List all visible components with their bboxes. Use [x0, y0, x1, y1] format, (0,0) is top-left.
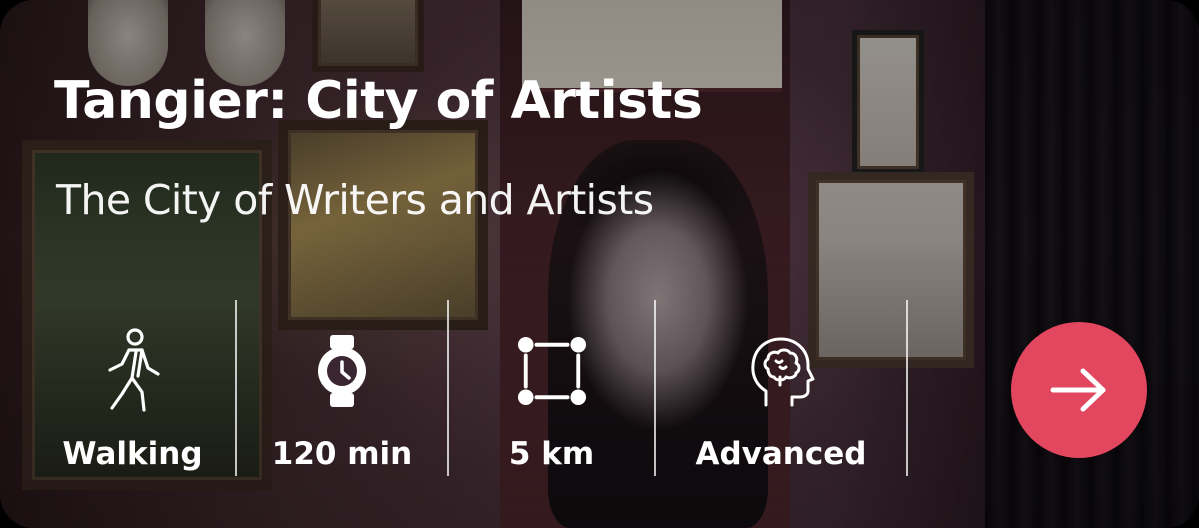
stat-mode-label: Walking	[62, 436, 203, 472]
stat-difficulty: Advanced	[656, 300, 906, 478]
stat-distance-label: 5 km	[508, 436, 595, 472]
stat-duration: 120 min	[237, 300, 447, 478]
watch-icon	[307, 330, 377, 412]
tour-title: Tangier: City of Artists	[54, 71, 703, 131]
stat-divider	[906, 300, 908, 476]
stat-distance: 5 km	[449, 300, 654, 478]
distance-square-icon	[517, 330, 587, 412]
tour-subtitle: The City of Writers and Artists	[56, 176, 654, 224]
stat-mode: Walking	[30, 300, 235, 478]
walking-person-icon	[98, 328, 168, 412]
stat-duration-label: 120 min	[271, 436, 413, 472]
open-tour-button[interactable]	[1011, 322, 1147, 458]
tour-card[interactable]: Tangier: City of Artists The City of Wri…	[0, 0, 1199, 528]
tour-stats: Walking 120 min 5 km Advanced	[30, 300, 910, 478]
arrow-right-icon	[1049, 367, 1109, 413]
stat-difficulty-label: Advanced	[695, 436, 867, 472]
brain-head-icon	[746, 330, 816, 412]
